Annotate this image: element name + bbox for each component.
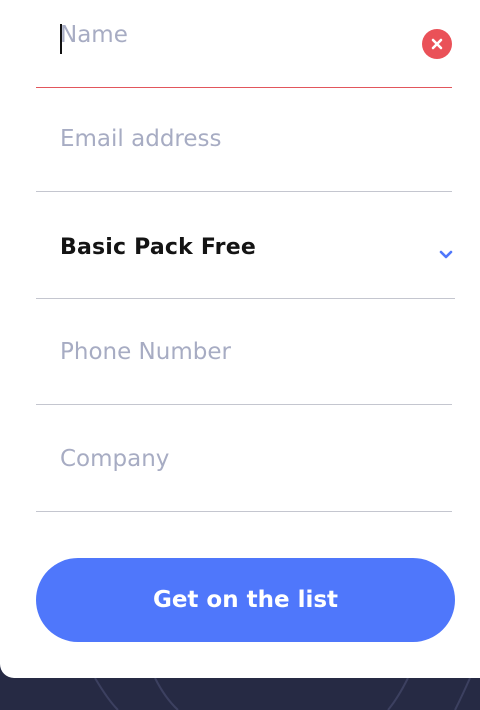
company-input[interactable] bbox=[60, 406, 400, 511]
clear-name-button[interactable] bbox=[422, 29, 452, 59]
submit-button[interactable]: Get on the list bbox=[36, 558, 455, 642]
close-icon bbox=[431, 38, 443, 50]
signup-form-card: Basic Pack Free Get on the list bbox=[0, 0, 480, 678]
email-input[interactable] bbox=[60, 86, 400, 191]
name-input[interactable] bbox=[60, 0, 400, 87]
name-field[interactable] bbox=[36, 0, 452, 88]
text-caret bbox=[60, 24, 62, 54]
phone-field[interactable] bbox=[36, 299, 452, 405]
pack-select[interactable]: Basic Pack Free bbox=[36, 193, 455, 299]
pack-selected-value: Basic Pack Free bbox=[60, 235, 256, 260]
email-field[interactable] bbox=[36, 86, 452, 192]
chevron-down-icon[interactable] bbox=[439, 250, 453, 260]
phone-input[interactable] bbox=[60, 299, 400, 404]
company-field[interactable] bbox=[36, 406, 452, 512]
